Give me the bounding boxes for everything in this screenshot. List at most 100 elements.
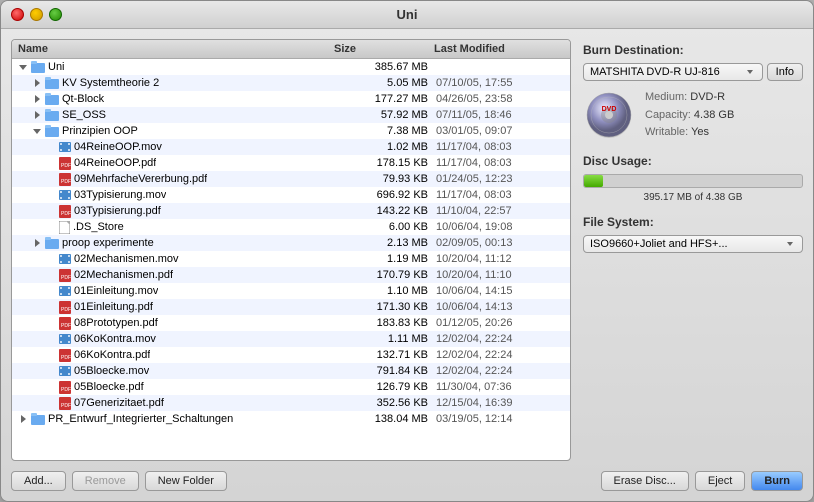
disclosure-right-icon[interactable] [18, 414, 28, 424]
svg-text:PDF: PDF [61, 163, 71, 169]
list-item[interactable]: 06KoKontra.mov 1.11 MB 12/02/04, 22:24 [12, 331, 570, 347]
list-item[interactable]: PDF 01Einleitung.pdf 171.30 KB 10/06/04,… [12, 299, 570, 315]
list-item[interactable]: 02Mechanismen.mov 1.19 MB 10/20/04, 11:1… [12, 251, 570, 267]
list-item[interactable]: KV Systemtheorie 2 5.05 MB 07/10/05, 17:… [12, 75, 570, 91]
file-size: 143.22 KB [336, 205, 436, 217]
col-modified: Last Modified [434, 43, 564, 55]
file-name-label: 02Mechanismen.mov [74, 253, 179, 265]
list-item[interactable]: .DS_Store 6.00 KB 10/06/04, 19:08 [12, 219, 570, 235]
list-item[interactable]: 01Einleitung.mov 1.10 MB 10/06/04, 14:15 [12, 283, 570, 299]
disclosure-right-icon[interactable] [32, 110, 42, 120]
file-name-label: 03Typisierung.mov [74, 189, 166, 201]
file-size: 132.71 KB [336, 349, 436, 361]
list-item[interactable]: PDF 07Generizitaet.pdf 352.56 KB 12/15/0… [12, 395, 570, 411]
list-item[interactable]: 05Bloecke.mov 791.84 KB 12/02/04, 22:24 [12, 363, 570, 379]
file-date: 01/12/05, 20:26 [436, 317, 566, 329]
file-name: 03Typisierung.mov [16, 189, 336, 201]
list-item[interactable]: 04ReineOOP.mov 1.02 MB 11/17/04, 08:03 [12, 139, 570, 155]
maximize-button[interactable] [49, 8, 62, 21]
dvd-icon: DVD [583, 89, 635, 141]
svg-text:PDF: PDF [61, 307, 71, 313]
pdf-icon: PDF [59, 269, 71, 282]
movie-icon [59, 286, 71, 296]
usage-bar [584, 175, 603, 187]
disclosure-down-icon[interactable] [32, 126, 42, 136]
list-item[interactable]: 03Typisierung.mov 696.92 KB 11/17/04, 08… [12, 187, 570, 203]
file-date: 12/02/04, 22:24 [436, 365, 566, 377]
list-item[interactable]: PDF 02Mechanismen.pdf 170.79 KB 10/20/04… [12, 267, 570, 283]
file-date: 12/15/04, 16:39 [436, 397, 566, 409]
erase-disc-button[interactable]: Erase Disc... [601, 471, 689, 491]
disclosure-right-icon[interactable] [32, 78, 42, 88]
eject-button[interactable]: Eject [695, 471, 745, 491]
list-item[interactable]: PDF 06KoKontra.pdf 132.71 KB 12/02/04, 2… [12, 347, 570, 363]
file-name: PDF 07Generizitaet.pdf [16, 397, 336, 410]
list-item[interactable]: PR_Entwurf_Integrierter_Schaltungen 138.… [12, 411, 570, 427]
select-arrow-icon [744, 66, 756, 78]
file-icon [59, 221, 70, 234]
dvd-area: DVD Medium: D [583, 89, 803, 142]
file-name-label: PR_Entwurf_Integrierter_Schaltungen [48, 413, 233, 425]
file-name: PDF 05Bloecke.pdf [16, 381, 336, 394]
add-button[interactable]: Add... [11, 471, 66, 491]
list-item[interactable]: PDF 05Bloecke.pdf 126.79 KB 11/30/04, 07… [12, 379, 570, 395]
list-item[interactable]: Uni 385.67 MB [12, 59, 570, 75]
burn-button[interactable]: Burn [751, 471, 803, 491]
list-item[interactable]: Qt-Block 177.27 MB 04/26/05, 23:58 [12, 91, 570, 107]
pdf-icon: PDF [59, 397, 71, 410]
file-name-label: .DS_Store [73, 221, 124, 233]
new-folder-button[interactable]: New Folder [145, 471, 227, 491]
file-size: 138.04 MB [336, 413, 436, 425]
file-size: 79.93 KB [336, 173, 436, 185]
movie-icon [59, 254, 71, 264]
list-item[interactable]: PDF 08Prototypen.pdf 183.83 KB 01/12/05,… [12, 315, 570, 331]
file-name-label: 09MehrfacheVererbung.pdf [74, 173, 207, 185]
file-size: 1.10 MB [336, 285, 436, 297]
svg-text:DVD: DVD [602, 106, 617, 113]
list-item[interactable]: PDF 09MehrfacheVererbung.pdf 79.93 KB 01… [12, 171, 570, 187]
capacity-row: Capacity: 4.38 GB [645, 107, 734, 125]
fs-select-arrow-icon [784, 238, 796, 250]
svg-text:PDF: PDF [61, 387, 71, 393]
window-title: Uni [397, 7, 418, 22]
pdf-icon: PDF [59, 349, 71, 362]
close-button[interactable] [11, 8, 24, 21]
file-date: 07/10/05, 17:55 [436, 77, 566, 89]
file-size: 1.11 MB [336, 333, 436, 345]
file-size: 126.79 KB [336, 381, 436, 393]
file-name: 05Bloecke.mov [16, 365, 336, 377]
drive-select[interactable]: MATSHITA DVD-R UJ-816 [583, 63, 763, 81]
pdf-icon: PDF [59, 173, 71, 186]
file-size: 6.00 KB [336, 221, 436, 233]
pdf-icon: PDF [59, 157, 71, 170]
info-button[interactable]: Info [767, 63, 803, 81]
list-item[interactable]: Prinzipien OOP 7.38 MB 03/01/05, 09:07 [12, 123, 570, 139]
file-date: 07/11/05, 18:46 [436, 109, 566, 121]
remove-button[interactable]: Remove [72, 471, 139, 491]
disclosure-down-icon[interactable] [18, 62, 28, 72]
file-date: 10/06/04, 14:15 [436, 285, 566, 297]
svg-text:PDF: PDF [61, 355, 71, 361]
file-system-select[interactable]: ISO9660+Joliet and HFS+... [583, 235, 803, 253]
file-date: 12/02/04, 22:24 [436, 349, 566, 361]
list-item[interactable]: SE_OSS 57.92 MB 07/11/05, 18:46 [12, 107, 570, 123]
folder-icon [45, 237, 59, 249]
file-name: .DS_Store [16, 221, 336, 234]
writable-value: Yes [691, 126, 709, 138]
movie-icon [59, 334, 71, 344]
minimize-button[interactable] [30, 8, 43, 21]
right-panel: Burn Destination: MATSHITA DVD-R UJ-816 … [583, 39, 803, 491]
file-name-label: 08Prototypen.pdf [74, 317, 158, 329]
list-item[interactable]: PDF 04ReineOOP.pdf 178.15 KB 11/17/04, 0… [12, 155, 570, 171]
file-name: 02Mechanismen.mov [16, 253, 336, 265]
titlebar: Uni [1, 1, 813, 29]
disclosure-right-icon[interactable] [32, 94, 42, 104]
pdf-icon: PDF [59, 381, 71, 394]
pdf-icon: PDF [59, 301, 71, 314]
file-list-body[interactable]: Uni 385.67 MB KV Systemtheorie 2 5.05 MB… [12, 59, 570, 460]
list-item[interactable]: proop experimente 2.13 MB 02/09/05, 00:1… [12, 235, 570, 251]
list-item[interactable]: PDF 03Typisierung.pdf 143.22 KB 11/10/04… [12, 203, 570, 219]
pdf-icon: PDF [59, 205, 71, 218]
disclosure-right-icon[interactable] [32, 238, 42, 248]
file-date: 11/30/04, 07:36 [436, 381, 566, 393]
